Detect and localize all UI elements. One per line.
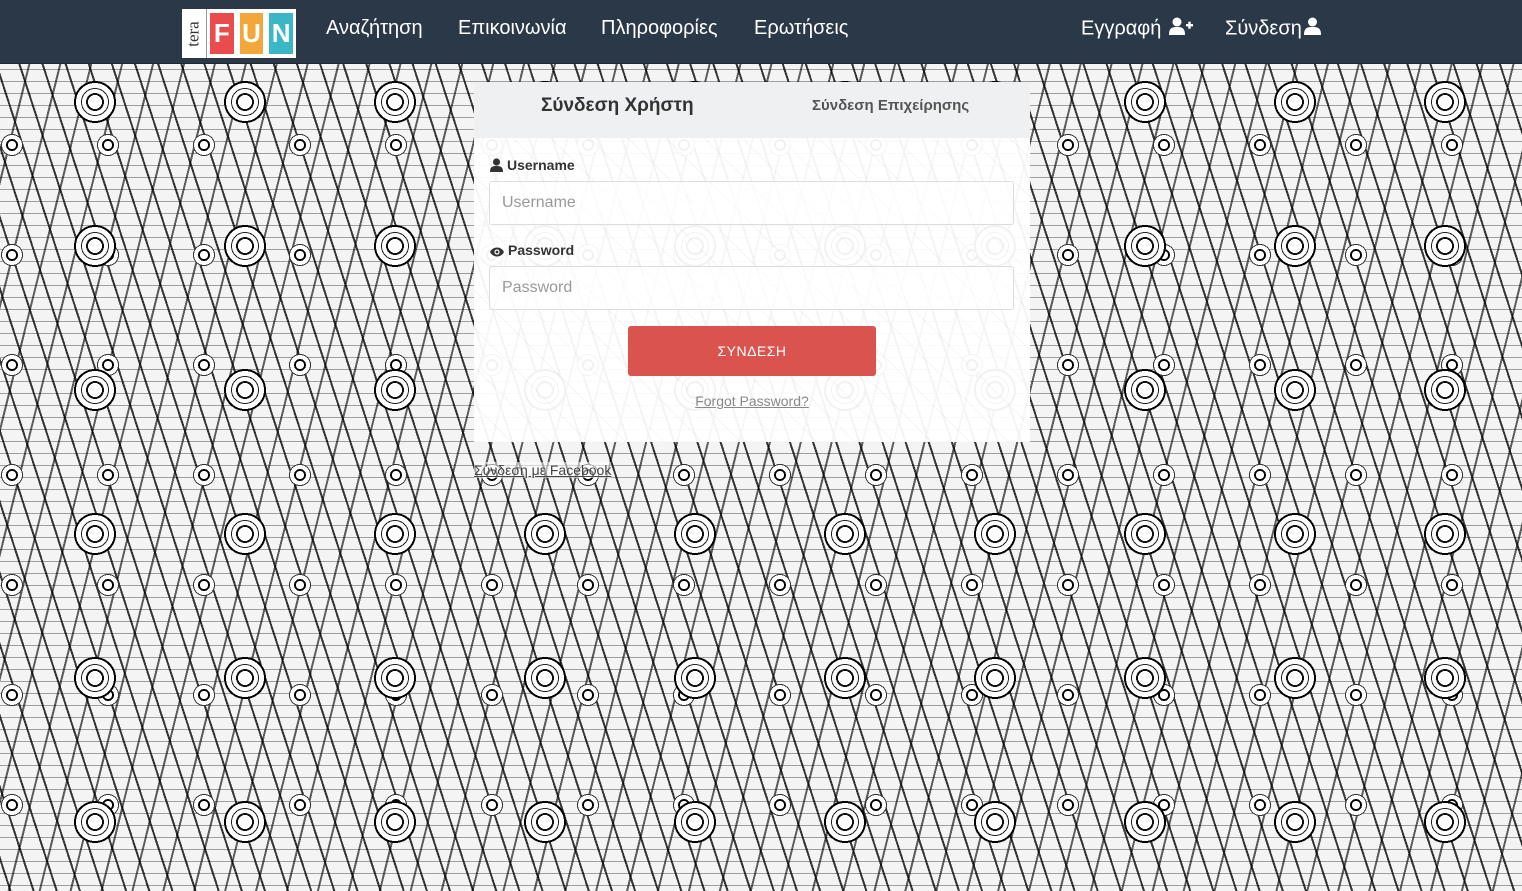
logo-prefix: tera [182,9,207,58]
nav-info[interactable]: Πληροφορίες [601,17,718,40]
login-tabs: Σύνδεση Χρήστη Σύνδεση Επιχείρησης [474,82,1030,138]
forgot-password-link[interactable]: Forgot Password? [474,393,1030,409]
eye-icon [490,242,508,258]
nav-login-label: Σύνδεση [1225,17,1302,40]
login-panel: Σύνδεση Χρήστη Σύνδεση Επιχείρησης Usern… [474,82,1030,442]
terafun-logo[interactable]: tera F U N [182,9,296,58]
username-label: Username [490,157,575,173]
tab-business-login[interactable]: Σύνδεση Επιχείρησης [812,97,969,114]
user-icon [490,157,507,173]
password-label: Password [490,242,574,258]
logo-letter-u: U [239,13,264,54]
nav-register-button[interactable]: Εγγραφή [1081,17,1193,41]
logo-letter-n: N [269,13,294,54]
nav-register-label: Εγγραφή [1081,17,1162,40]
user-icon [1303,17,1321,41]
nav-contact[interactable]: Επικοινωνία [458,17,567,40]
nav-faq[interactable]: Ερωτήσεις [754,17,848,40]
user-plus-icon [1168,17,1193,41]
nav-login-button[interactable]: Σύνδεση [1225,17,1321,41]
top-navbar: tera F U N Αναζήτηση Επικοινωνία Πληροφο… [0,0,1522,64]
username-input[interactable] [489,181,1014,225]
nav-search[interactable]: Αναζήτηση [326,17,423,40]
login-submit-button[interactable]: ΣΥΝΔΕΣΗ [628,326,876,376]
logo-letter-f: F [210,13,234,54]
tab-user-login[interactable]: Σύνδεση Χρήστη [541,95,694,117]
password-input[interactable] [489,266,1014,310]
facebook-login-link[interactable]: Σύνδεση με Facebook [474,462,612,478]
